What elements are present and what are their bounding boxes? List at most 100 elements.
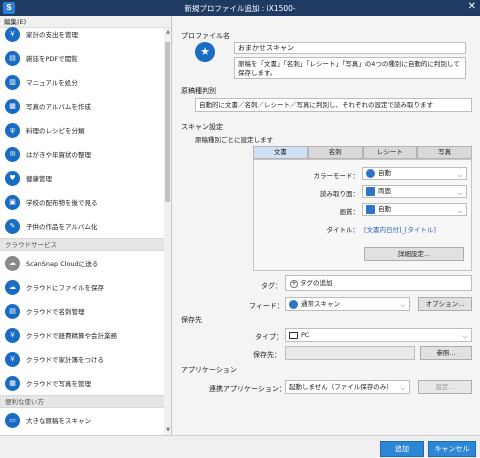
dialog-footer: 追加 キャンセル [0,435,480,458]
quality-select[interactable]: 自動 ⌵ [362,203,467,216]
sidebar-item-label: 健康管理 [26,175,52,183]
linked-app-label: 連携アプリケーション： [209,385,286,393]
window-title: 新規プロファイル追加 : iX1500- [184,4,296,13]
scroll-down-icon[interactable]: ▼ [166,427,170,433]
tab-document[interactable]: 文書 [253,146,308,159]
profile-description[interactable]: 原稿を「文書」「名刺」「レシート」「写真」の4つの種別に自動的に判別して保存しま… [234,57,466,79]
cloud-item[interactable]: ▤ クラウドで名刺管理 [0,299,171,323]
sidebar-item[interactable]: ✎ 子供の作品をアルバム化 [0,214,171,238]
tab-business-card[interactable]: 名刺 [307,146,363,159]
sides-select[interactable]: 両面 ⌵ [362,185,467,198]
add-tag-label: タグの追加 [300,279,333,287]
doc-type-select[interactable]: 自動的に文書／名刺／レシート／写真に判別し、それぞれの設定で読み取ります [195,98,472,112]
profile-icon: ♥ [5,170,20,186]
quality-label: 画質： [339,208,360,216]
add-tag-icon: + [290,280,298,288]
cloud-item[interactable]: ☁ ScanSnap Cloudに送る [0,251,171,275]
feed-label: フィード： [249,302,284,310]
doc-type-value: 自動的に文書／名刺／レシート／写真に判別し、それぞれの設定で読み取ります [199,101,433,109]
sides-value: 両面 [378,187,391,195]
useful-item[interactable]: ▭ 大きな原稿をスキャン [0,408,171,432]
profile-icon: ▦ [5,98,20,114]
sidebar-item[interactable]: ▦ 写真のアルバムを作成 [0,94,171,118]
sidebar-item-label: 雑誌をPDFで閲覧 [26,55,78,63]
scan-settings-label: スキャン設定 [181,123,223,131]
linked-app-value: 起動しません（ファイル保存のみ） [289,383,393,391]
profile-icon: ☁ [5,279,20,295]
tab-panel-document: カラーモード： 自動 ⌵ 読み取り面： 両面 ⌵ 画質： 自動 ⌵ タイトル： … [253,159,472,271]
cancel-button[interactable]: キャンセル [428,441,476,457]
destination-type-select[interactable]: PC ⌵ [285,328,472,342]
destination-type-label: タイプ： [255,333,283,341]
sidebar-item[interactable]: ♥ 健康管理 [0,166,171,190]
section-useful: 便利な使い方 [0,395,171,408]
chevron-down-icon: ⌵ [400,302,405,309]
cloud-item[interactable]: ▦ クラウドで写真を管理 [0,371,171,395]
sidebar-item[interactable]: ▥ マニュアルを処分 [0,70,171,94]
profile-settings-panel: プロファイル名 ★ おまかせスキャン 原稿を「文書」「名刺」「レシート」「写真」… [173,16,480,435]
destination-folder-label: 保存先： [253,351,281,359]
profile-name-input[interactable]: おまかせスキャン [234,42,466,54]
cloud-item[interactable]: ￥ クラウドで経費精算や会計業務 [0,323,171,347]
destination-folder-input[interactable] [285,346,415,360]
sidebar-item[interactable]: ▤ 雑誌をPDFで閲覧 [0,46,171,70]
sidebar-item-label: マニュアルを処分 [26,79,78,87]
application-label: アプリケーション [181,366,237,374]
color-mode-select[interactable]: 自動 ⌵ [362,167,467,180]
close-icon[interactable]: ✕ [468,1,476,12]
profile-icon: ▤ [5,303,20,319]
chevron-down-icon: ⌵ [457,172,462,179]
option-button[interactable]: オプション... [418,297,472,311]
sidebar-item[interactable]: ψ 料理のレシピを分類 [0,118,171,142]
star-icon[interactable]: ★ [195,42,215,62]
profile-icon: ✉ [5,146,20,162]
profile-icon: ▭ [5,412,20,428]
per-type-label: 原稿種別ごとに設定します [195,136,273,144]
quality-value: 自動 [378,205,391,213]
sidebar-item-label: 学校の配布物を後で見る [26,199,98,207]
profile-icon: ￥ [5,26,20,42]
sidebar-item[interactable]: ▣ 学校の配布物を後で見る [0,190,171,214]
cloud-item[interactable]: ☁ クラウドにファイルを保存 [0,275,171,299]
color-mode-icon [366,168,375,178]
browse-button[interactable]: 参照... [420,346,472,360]
doc-type-tabs: 文書 名刺 レシート 写真 [253,146,472,159]
profile-icon: ▣ [5,194,20,210]
sidebar-item-label: 料理のレシピを分類 [26,127,85,135]
tab-photo[interactable]: 写真 [417,146,472,159]
chevron-down-icon: ⌵ [462,333,467,340]
profile-sidebar: 編集(E) ￥ 家計の支出を管理 ▤ 雑誌をPDFで閲覧 ▥ マニュアルを処分 ▦ 写真のアル… [0,16,172,435]
scroll-up-icon[interactable]: ▲ [166,29,170,35]
add-button[interactable]: 追加 [380,441,424,457]
title-format-link[interactable]: [文書内日付]_[タイトル] [364,224,436,234]
cloud-item-label: クラウドで写真を管理 [26,380,91,388]
pc-icon [289,331,298,339]
feed-select[interactable]: 通常スキャン ⌵ [285,297,410,311]
profile-name-label: プロファイル名 [181,32,230,40]
chevron-down-icon: ⌵ [400,385,405,392]
cloud-item-label: ScanSnap Cloudに送る [26,260,99,268]
cloud-item-label: クラウドにファイルを保存 [26,284,104,292]
useful-item-label: 大きな原稿をスキャン [26,417,91,425]
detail-settings-button[interactable]: 詳細設定... [364,247,464,261]
profile-icon: ￥ [5,351,20,367]
profile-icon: ✎ [5,218,20,234]
sidebar-item[interactable]: ✉ はがきや年賀状の整理 [0,142,171,166]
chevron-down-icon: ⌵ [457,208,462,215]
tag-input[interactable]: + タグの追加 [285,275,472,291]
cloud-item[interactable]: ￥ クラウドで家計簿をつける [0,347,171,371]
title-label: タイトル： [326,226,360,234]
sidebar-scrollbar[interactable] [164,28,171,435]
sides-label: 読み取り面： [320,190,359,198]
tab-receipt[interactable]: レシート [362,146,418,159]
section-cloud-services: クラウドサービス [0,238,171,251]
cloud-item-label: クラウドで名刺管理 [26,308,85,316]
profile-icon: ▥ [5,74,20,90]
profile-icon: ▦ [5,375,20,391]
scrollbar-thumb[interactable] [165,42,170,202]
destination-type-value: PC [301,331,310,339]
sidebar-item-label: 子供の作品をアルバム化 [26,223,98,231]
destination-label: 保存先 [181,316,202,324]
app-settings-button[interactable]: 設定... [418,380,472,394]
linked-app-select[interactable]: 起動しません（ファイル保存のみ） ⌵ [285,380,410,394]
